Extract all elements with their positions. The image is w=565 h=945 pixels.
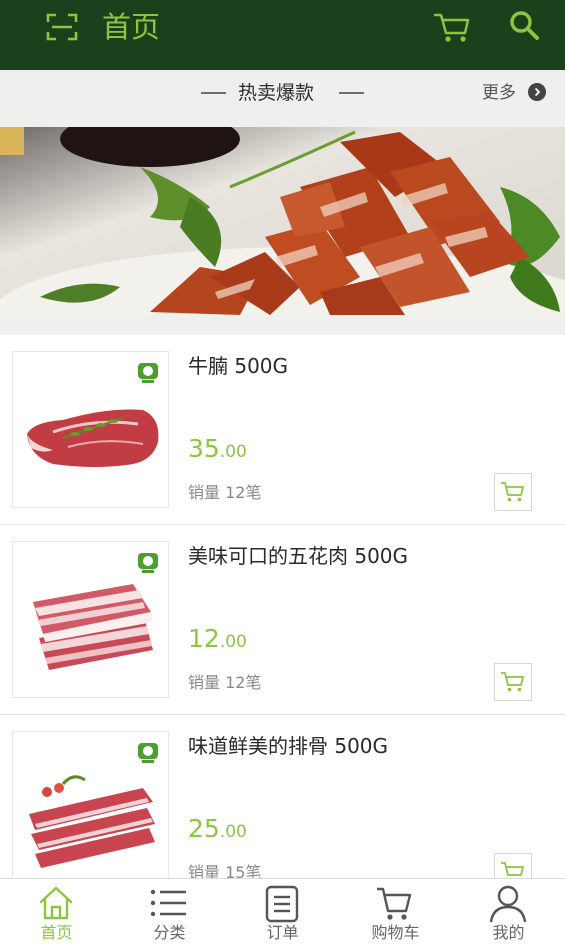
home-icon (39, 886, 73, 920)
search-icon[interactable] (506, 8, 544, 44)
tab-label: 我的 (492, 923, 525, 942)
product-price: 12.00 (188, 624, 247, 653)
tab-label: 购物车 (371, 923, 420, 942)
scan-icon[interactable] (44, 11, 80, 43)
add-to-cart-button[interactable] (494, 663, 532, 701)
bottom-tab-bar: 首页 分类 订单 购物车 我的 (0, 878, 565, 945)
product-price: 35.00 (188, 434, 247, 463)
tab-profile[interactable]: 我的 (452, 879, 565, 945)
product-price: 25.00 (188, 814, 247, 843)
list-icon (150, 889, 186, 917)
product-item[interactable]: 美味可口的五花肉 500G 12.00 销量 12笔 (0, 525, 565, 715)
brand-logo (138, 553, 158, 575)
chevron-right-icon[interactable] (528, 83, 546, 101)
product-image[interactable] (12, 351, 169, 508)
cart-icon (501, 482, 524, 502)
tab-label: 订单 (266, 923, 299, 942)
cart-icon (501, 672, 524, 692)
user-icon (489, 885, 527, 923)
tab-orders[interactable]: 订单 (226, 879, 339, 945)
promo-banner[interactable] (0, 127, 565, 315)
more-link[interactable]: 更多 (482, 79, 516, 107)
app-screen: 首页 热卖爆款 更多 牛腩 500G 35.00 销量 12笔 美味可口的五花肉… (0, 0, 565, 945)
cart-icon (377, 887, 412, 920)
product-sales: 销量 12笔 (188, 483, 262, 502)
top-header: 首页 (0, 0, 565, 70)
banner-spacer (0, 315, 565, 335)
tab-label: 分类 (153, 923, 186, 942)
tab-category[interactable]: 分类 (113, 879, 226, 945)
add-to-cart-button[interactable] (494, 473, 532, 511)
brand-logo (138, 743, 158, 765)
roast-pork-banner-image (0, 127, 565, 315)
page-title: 首页 (102, 10, 161, 44)
tab-home[interactable]: 首页 (0, 879, 113, 945)
tab-label: 首页 (40, 923, 73, 942)
product-image[interactable] (12, 731, 169, 888)
product-name[interactable]: 美味可口的五花肉 500G (188, 542, 408, 570)
section-title: 热卖爆款 (238, 82, 315, 104)
product-sales: 销量 12笔 (188, 673, 262, 692)
section-divider-right (339, 92, 364, 94)
order-icon (265, 885, 299, 923)
product-item[interactable]: 味道鲜美的排骨 500G 25.00 销量 15笔 (0, 715, 565, 905)
tab-cart[interactable]: 购物车 (339, 879, 452, 945)
product-name[interactable]: 牛腩 500G (188, 352, 288, 380)
product-image[interactable] (12, 541, 169, 698)
brand-logo (138, 363, 158, 385)
cart-icon[interactable] (432, 10, 472, 44)
product-name[interactable]: 味道鲜美的排骨 500G (188, 732, 388, 760)
section-divider-left (201, 92, 226, 94)
product-item[interactable]: 牛腩 500G 35.00 销量 12笔 (0, 335, 565, 525)
